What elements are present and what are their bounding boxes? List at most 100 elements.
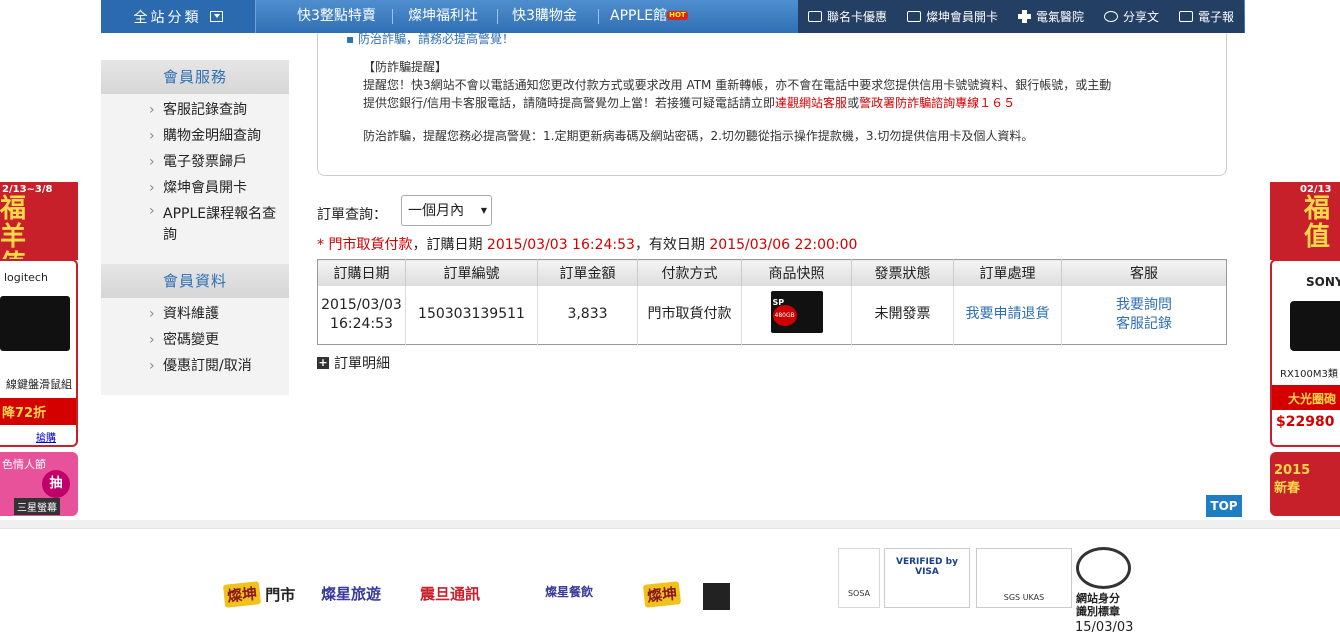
nav-welfare[interactable]: 燦坤福利社: [408, 0, 478, 33]
sidebar-item-credit-details[interactable]: 購物金明細查詢: [101, 123, 289, 149]
dropdown-box-icon: [209, 11, 223, 22]
store-label: 門市: [265, 586, 296, 604]
right-ad-product[interactable]: SONY RX100M3類 大光圈砲 $22980: [1270, 259, 1340, 447]
col-order-no: 訂單編號: [405, 259, 538, 286]
tsann-kuen-chip-2: 燦坤: [642, 581, 682, 608]
notice-or: 或: [847, 96, 860, 110]
valid-date-value: 2015/03/06 22:00:00: [709, 237, 858, 253]
left-ad-product[interactable]: logitech 線鍵盤滑鼠組 降72折 搶購: [0, 259, 78, 447]
right-ad-title: 福值: [1304, 194, 1331, 252]
left-ad-buy-link[interactable]: 搶購: [0, 425, 76, 444]
nav-apple-label: APPLE館: [610, 8, 668, 24]
order-date-label: ，訂購日期: [412, 237, 487, 253]
nav-shopping-credit[interactable]: 快3購物金: [512, 0, 577, 33]
ukas-label: UKAS: [1022, 593, 1045, 602]
left-ad2-subtitle: 三星螢幕: [14, 498, 60, 515]
member-links-bar: 聯名卡優惠 燦坤會員開卡 電氣醫院 分享文 電子報: [798, 0, 1244, 33]
card-icon: [906, 11, 921, 22]
id-label-1: 網站身分: [1076, 592, 1120, 605]
cell-snapshot: SP 480GB: [741, 285, 852, 345]
category-menu-button[interactable]: 全站分類: [101, 0, 256, 33]
notice-line3: 防治詐騙，提醒您務必提高警覺：1.定期更新病毒碼及網站密碼，2.切勿聽從指示操作…: [363, 129, 1034, 143]
notice-title: 【防詐騙提醒】: [363, 60, 448, 74]
left-ad-valentine[interactable]: 色情人節 抽 三星螢幕: [0, 452, 78, 516]
request-return-link[interactable]: 我要申請退貨: [966, 306, 1050, 322]
order-date-value: 2015/03/03 16:24:53: [486, 237, 635, 253]
info-payment: 門市取貨付款: [328, 237, 413, 253]
cobrand-card-link[interactable]: 聯名卡優惠: [807, 8, 887, 25]
id-badge-label: 網站身分 識別標章: [1076, 592, 1120, 618]
member-info-heading: 會員資料: [101, 264, 289, 298]
back-to-top-button[interactable]: TOP: [1206, 495, 1242, 517]
product-snapshot[interactable]: SP 480GB: [770, 290, 823, 333]
sosa-badge[interactable]: SOSA: [838, 548, 880, 608]
notice-line1: 提醒您！快3網站不會以電話通知您更改付款方式或要求改用 ATM 重新轉帳，亦不會…: [363, 78, 1112, 92]
nav-flash-sale[interactable]: 快3整點特賣: [297, 0, 376, 33]
visa-badge[interactable]: VERIFIED by VISA: [884, 548, 970, 608]
col-action: 訂單處理: [953, 259, 1062, 286]
footer-date: 15/03/03: [1075, 620, 1134, 635]
logo-telecom[interactable]: 震旦通訊: [420, 583, 480, 604]
right-ad-promo: 大光圈砲: [1272, 385, 1340, 410]
sidebar-item-profile[interactable]: 資料維護: [101, 301, 289, 327]
logo-tsann-kuen-2[interactable]: 燦坤: [642, 581, 682, 608]
member-sidebar: 會員服務 客服記錄查詢 購物金明細查詢 電子發票歸戶 燦坤會員開卡 APPLE課…: [101, 60, 289, 395]
expand-plus-icon: +: [317, 356, 329, 369]
cs-link[interactable]: 達觀網站客服: [775, 96, 847, 110]
id-badge-icon[interactable]: [1076, 547, 1131, 589]
logo-black-square[interactable]: [703, 583, 730, 610]
card-icon: [807, 11, 822, 22]
table-row: 2015/03/03 16:24:53 150303139511 3,833 門市…: [318, 285, 1227, 345]
right-ad-price: $22980: [1276, 414, 1335, 430]
member-card-label: 燦坤會員開卡: [925, 10, 998, 24]
nav-apple[interactable]: APPLE館 HOT: [610, 0, 688, 33]
sidebar-item-cs-records[interactable]: 客服記錄查詢: [101, 97, 289, 123]
cs-records-link[interactable]: 客服記錄: [1116, 316, 1172, 332]
left-ad-brand: logitech: [4, 271, 48, 284]
table-header-row: 訂購日期 訂單編號 訂單金額 付款方式 商品快照 發票狀態 訂單處理 客服: [317, 259, 1227, 286]
right-ad2-title: 2015新春: [1274, 463, 1311, 496]
repair-link[interactable]: 電氣醫院: [1017, 8, 1084, 25]
left-ad-banner[interactable]: 2/13~3/8 福羊值上: [0, 182, 78, 260]
member-card-link[interactable]: 燦坤會員開卡: [906, 8, 998, 25]
tsann-kuen-chip: 燦坤: [222, 581, 262, 608]
order-query-label: 訂單查詢：: [317, 207, 387, 223]
left-ad-title: 福羊值上: [0, 194, 27, 260]
newsletter-link[interactable]: 電子報: [1178, 8, 1234, 25]
hotline-link[interactable]: 警政署防詐騙諮詢專線１６５: [859, 96, 1015, 110]
left-ad2-draw-button[interactable]: 抽: [42, 470, 70, 498]
sidebar-item-password[interactable]: 密碼變更: [101, 327, 289, 353]
logo-tsann-kuen-store[interactable]: 燦坤 門市: [222, 581, 296, 608]
mail-icon: [1178, 11, 1193, 22]
ask-link[interactable]: 我要詢問: [1116, 297, 1172, 313]
right-ad-newyear[interactable]: 2015新春: [1270, 452, 1340, 516]
share-link[interactable]: 分享文: [1103, 8, 1159, 25]
order-period-select[interactable]: 一個月內: [401, 195, 492, 226]
cell-amount: 3,833: [537, 285, 638, 345]
order-detail-toggle[interactable]: + 訂單明細: [317, 353, 390, 373]
left-ad-price: 降72折: [0, 398, 76, 425]
hot-badge: HOT: [667, 11, 688, 20]
sidebar-item-subscription[interactable]: 優惠訂閱/取消: [101, 353, 289, 379]
sidebar-item-member-card[interactable]: 燦坤會員開卡: [101, 175, 289, 201]
col-snapshot: 商品快照: [741, 259, 852, 286]
col-payment: 付款方式: [637, 259, 742, 286]
sidebar-item-einvoice[interactable]: 電子發票歸戶: [101, 149, 289, 175]
order-date: 2015/03/03: [321, 296, 402, 313]
logo-dining[interactable]: 燦星餐飲: [545, 583, 593, 600]
left-ad-product-name: 線鍵盤滑鼠組: [6, 378, 72, 391]
cell-invoice: 未開發票: [851, 285, 954, 345]
col-amount: 訂單金額: [537, 259, 638, 286]
cross-icon: [1017, 10, 1031, 23]
logo-travel[interactable]: 燦星旅遊: [321, 583, 381, 604]
cobrand-card-label: 聯名卡優惠: [826, 10, 887, 24]
sgs-ukas-badge[interactable]: SGS UKAS: [976, 548, 1072, 608]
sidebar-item-apple-course[interactable]: APPLE課程報名查詢: [101, 201, 289, 246]
left-ad2-title: 色情人節: [2, 458, 46, 471]
cell-action: 我要申請退貨: [953, 285, 1062, 345]
notice-line2: 提供您銀行/信用卡客服電話，請隨時提高警覺勿上當！若接獲可疑電話請立即達觀網站客…: [363, 94, 1015, 111]
order-table: 訂購日期 訂單編號 訂單金額 付款方式 商品快照 發票狀態 訂單處理 客服 20…: [317, 259, 1227, 345]
right-ad-brand: SONY: [1306, 275, 1340, 289]
cell-order-no: 150303139511: [405, 285, 538, 345]
right-ad-banner[interactable]: 02/13 福值: [1270, 182, 1340, 260]
